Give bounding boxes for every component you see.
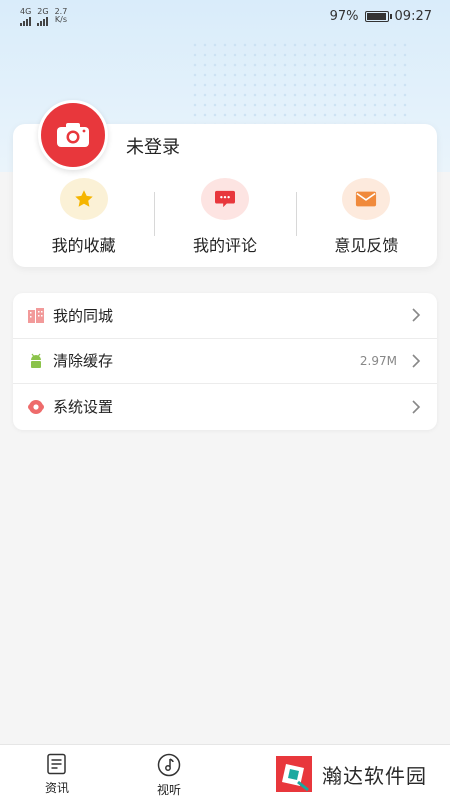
nav-tab-media[interactable]: 视听 (139, 753, 199, 798)
comments-icon-circle (200, 178, 249, 220)
chevron-right-icon (412, 400, 421, 414)
signal2-label: 2G (37, 6, 49, 16)
menu-item-label: 清除缓存 (53, 352, 114, 371)
signal-bars-icon (37, 16, 49, 26)
menu-item-my-city[interactable]: 我的同城 (13, 293, 437, 339)
battery-icon (364, 10, 392, 22)
nav-label: 视听 (156, 783, 181, 797)
menu-item-label: 系统设置 (53, 398, 114, 417)
quick-action-label: 我的收藏 (51, 236, 116, 255)
settings-icon (27, 398, 45, 416)
quick-action-label: 我的评论 (192, 236, 257, 255)
menu-item-settings[interactable]: 系统设置 (13, 384, 437, 430)
feedback-icon-circle (342, 178, 391, 220)
nav-label: 资讯 (44, 781, 69, 795)
star-icon (74, 190, 93, 207)
menu-item-label: 我的同城 (53, 306, 114, 325)
favorites-icon-circle (59, 178, 108, 220)
chevron-right-icon (412, 308, 421, 322)
quick-action-favorites[interactable]: 我的收藏 (13, 178, 154, 258)
menu-item-clear-cache[interactable]: 清除缓存 2.97M (13, 339, 437, 385)
net-speed: 2.7 K/s (55, 8, 68, 24)
avatar[interactable] (38, 100, 108, 170)
watermark-logo-icon (276, 756, 312, 792)
city-icon (27, 306, 45, 324)
login-status[interactable]: 未登录 (126, 133, 180, 159)
quick-actions: 我的收藏 我的评论 意见反馈 (13, 178, 437, 258)
mail-icon (356, 191, 377, 207)
quick-action-feedback[interactable]: 意见反馈 (295, 178, 437, 258)
signal1-label: 4G (20, 6, 32, 16)
quick-action-label: 意见反馈 (334, 236, 399, 255)
camera-icon (57, 123, 89, 147)
signal-bars-icon (20, 16, 31, 26)
comment-icon (214, 190, 235, 208)
status-time: 09:27 (394, 8, 432, 24)
profile-card: 未登录 我的收藏 我的评论 意见反馈 (13, 100, 437, 267)
chevron-right-icon (412, 354, 421, 368)
battery-fill (366, 12, 386, 20)
signal-4g: 4G (20, 7, 31, 26)
watermark-text: 瀚达软件园 (322, 763, 427, 788)
cache-size: 2.97M (359, 353, 397, 368)
status-right: 97% 09:27 (330, 9, 432, 24)
nav-tab-news[interactable]: 资讯 (27, 753, 87, 796)
news-icon (47, 753, 66, 775)
android-icon (27, 352, 45, 370)
quick-action-comments[interactable]: 我的评论 (154, 178, 295, 258)
menu-list: 我的同城 清除缓存 2.97M 系统设置 (13, 293, 437, 430)
battery-percent: 97% (329, 8, 359, 24)
status-left: 4G 2G 2.7 K/s (20, 7, 67, 26)
watermark: 瀚达软件园 (272, 752, 427, 796)
music-icon (157, 753, 181, 777)
net-speed-unit: K/s (54, 15, 68, 24)
status-bar: 4G 2G 2.7 K/s 97% 09:27 (0, 0, 450, 32)
signal-2g: 2G (37, 6, 49, 26)
